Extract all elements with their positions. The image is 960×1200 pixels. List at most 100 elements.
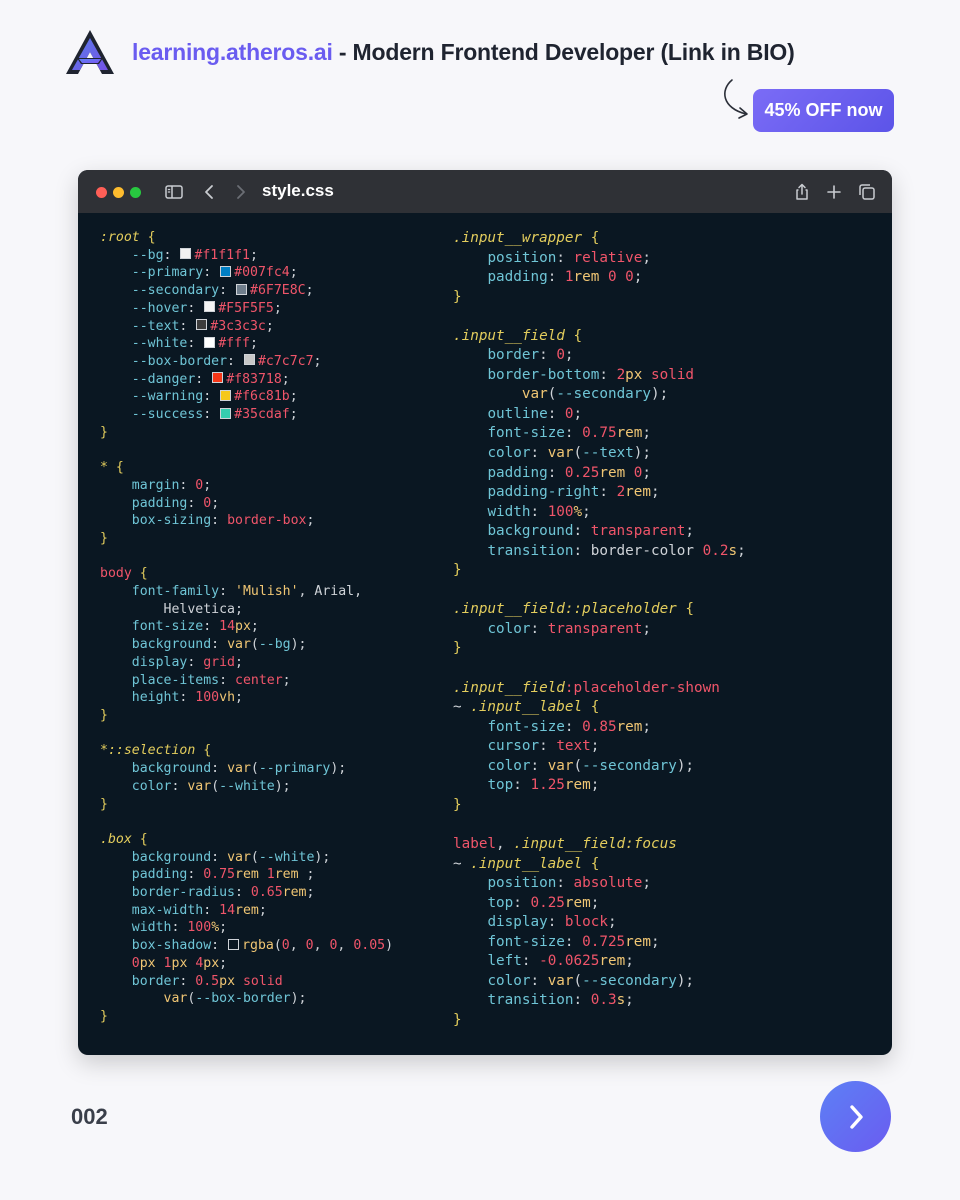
code-token: --bg <box>131 247 164 263</box>
page-number: 002 <box>71 1104 108 1129</box>
tabs-icon[interactable] <box>857 182 877 202</box>
code-line: padding: 1rem 0 0; <box>453 268 746 288</box>
code-token: position <box>487 875 557 892</box>
minimize-window-button[interactable] <box>113 187 124 198</box>
code-token: : <box>234 885 251 901</box>
code-token: { <box>582 855 600 872</box>
code-token: : border-color <box>573 542 703 559</box>
code-token: 0.65 <box>250 885 283 901</box>
window-titlebar: style.css <box>78 170 892 213</box>
code-token: 0.725 <box>582 933 626 950</box>
code-token: : <box>211 761 228 777</box>
code-token: : <box>227 353 243 369</box>
code-line: } <box>453 639 746 659</box>
code-token: display <box>487 914 548 931</box>
window-title: style.css <box>262 181 334 200</box>
color-swatch <box>204 301 216 313</box>
code-token: 0.2 <box>702 542 729 559</box>
code-token: : <box>530 620 548 637</box>
code-line: background: var(--bg); <box>100 636 393 654</box>
close-window-button[interactable] <box>96 187 107 198</box>
plus-icon[interactable] <box>824 182 844 202</box>
code-token: var <box>521 386 548 403</box>
code-line: --text: #3c3c3c; <box>100 318 393 336</box>
code-token: ( <box>250 761 259 777</box>
code-line: color: var(--secondary); <box>453 972 746 992</box>
code-token: padding <box>487 269 548 286</box>
code-token: #f1f1f1 <box>194 247 250 263</box>
forward-icon[interactable] <box>230 182 250 202</box>
code-token: ; <box>737 542 746 559</box>
code-panel-left[interactable]: :root { --bg: #f1f1f1; --primary: #007fc… <box>100 229 393 1026</box>
code-token: font-size <box>487 718 565 735</box>
code-token: ; <box>564 347 574 364</box>
code-token: color <box>131 778 172 794</box>
code-token: padding <box>131 495 188 511</box>
code-line: color: var(--secondary); <box>453 757 746 777</box>
code-token: background <box>131 849 212 865</box>
code-token: max-width <box>131 902 204 918</box>
color-swatch <box>236 283 247 295</box>
share-icon[interactable] <box>792 182 812 202</box>
color-swatch <box>220 389 232 401</box>
code-token: ( <box>211 778 220 794</box>
code-token: , <box>337 938 354 954</box>
code-line: place-items: center; <box>100 672 393 690</box>
header-title-rest: - Modern Frontend Developer (Link in BIO… <box>332 38 795 65</box>
code-token: ; <box>633 269 643 286</box>
code-token: : <box>547 405 565 422</box>
code-token: } <box>100 707 108 723</box>
code-line: *::selection { <box>100 742 393 760</box>
code-token: { <box>676 601 695 618</box>
back-icon[interactable] <box>200 182 220 202</box>
code-line: :root { <box>100 229 393 247</box>
code-token: --box-border <box>131 353 228 369</box>
code-line: padding-right: 2rem; <box>453 483 746 503</box>
code-token: var <box>163 991 188 1007</box>
code-token: ( <box>573 445 583 462</box>
code-line: * { <box>100 459 393 477</box>
code-token: border <box>131 973 180 989</box>
code-token: ; <box>306 513 315 529</box>
code-token: ( <box>273 938 282 954</box>
code-line: transition: 0.3s; <box>453 991 746 1011</box>
code-token: --secondary <box>131 283 220 299</box>
code-token: block <box>564 914 608 931</box>
code-line: } <box>100 707 393 725</box>
code-token: : <box>573 992 591 1009</box>
code-line: background: transparent; <box>453 522 746 542</box>
code-line: ~ .input__label { <box>453 698 746 718</box>
code-token: 0 <box>203 495 212 511</box>
brand-link[interactable]: learning.atheros.ai <box>132 39 333 65</box>
code-token: --white <box>258 849 315 865</box>
code-token: ; <box>273 300 282 316</box>
code-token: center <box>235 672 283 688</box>
code-token: 0 <box>131 955 140 971</box>
code-token: #35cdaf <box>234 407 290 423</box>
code-panel-right[interactable]: .input__wrapper { position: relative; pa… <box>453 229 746 1030</box>
code-token: ); <box>290 991 307 1007</box>
code-token: font-family <box>131 584 220 600</box>
code-token: label <box>453 835 497 852</box>
code-token: transparent <box>590 523 686 540</box>
code-token: rem <box>616 718 643 735</box>
next-button[interactable] <box>820 1081 891 1152</box>
code-token: 1 <box>266 867 275 883</box>
sidebar-icon[interactable] <box>164 182 184 202</box>
code-token: ; <box>305 283 314 299</box>
color-swatch <box>196 319 208 331</box>
code-token: --secondary <box>582 972 677 989</box>
code-token: --danger <box>131 371 196 387</box>
code-line: --success: #35cdaf; <box>100 406 393 424</box>
code-token: } <box>453 796 462 813</box>
maximize-window-button[interactable] <box>130 187 141 198</box>
code-line: display: block; <box>453 913 746 933</box>
offer-button[interactable]: 45% OFF now <box>753 89 894 132</box>
